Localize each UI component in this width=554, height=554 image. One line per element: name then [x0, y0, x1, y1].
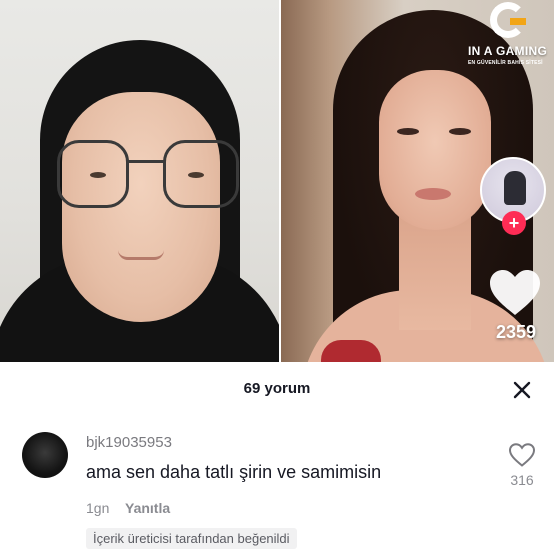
close-icon[interactable]: [510, 378, 534, 402]
comment-heart-icon[interactable]: [508, 442, 536, 468]
video-left-panel: [0, 0, 279, 362]
glasses-bridge: [128, 160, 164, 163]
reply-button[interactable]: Yanıtla: [125, 500, 170, 516]
comments-count-title: 69 yorum: [243, 380, 311, 397]
logo-accent-bar: [510, 18, 526, 25]
person-left-mouth: [118, 250, 164, 260]
logo-subtitle: EN GÜVENİLİR BAHİS SİTESİ: [468, 60, 543, 66]
person-right-top: [321, 340, 381, 362]
video-area[interactable]: IN A GAMING EN GÜVENİLİR BAHİS SİTESİ + …: [0, 0, 554, 362]
logo-title: IN A GAMING: [468, 44, 548, 58]
person-right-face: [379, 70, 491, 230]
comment-like-count: 316: [510, 472, 534, 488]
comment-username[interactable]: bjk19035953: [86, 434, 172, 451]
watermark-logo: IN A GAMING EN GÜVENİLİR BAHİS SİTESİ: [466, 0, 554, 70]
person-right-eye: [397, 128, 419, 135]
person-left-eye: [90, 172, 106, 178]
video-like-count: 2359: [495, 322, 537, 342]
commenter-avatar[interactable]: [22, 432, 68, 478]
avatar-figure: [504, 171, 526, 205]
comments-sheet: 69 yorum bjk19035953 ama sen daha tatlı …: [0, 362, 554, 554]
comment-time: 1gn: [86, 500, 110, 516]
follow-plus-button[interactable]: +: [502, 211, 526, 235]
person-left-eye: [188, 172, 204, 178]
person-right-lips: [415, 188, 451, 200]
person-right-eye: [449, 128, 471, 135]
creator-liked-badge: İçerik üreticisi tarafından beğenildi: [86, 528, 297, 549]
heart-icon[interactable]: [488, 268, 542, 318]
comment-text: ama sen daha tatlı şirin ve samimisin: [86, 462, 382, 482]
